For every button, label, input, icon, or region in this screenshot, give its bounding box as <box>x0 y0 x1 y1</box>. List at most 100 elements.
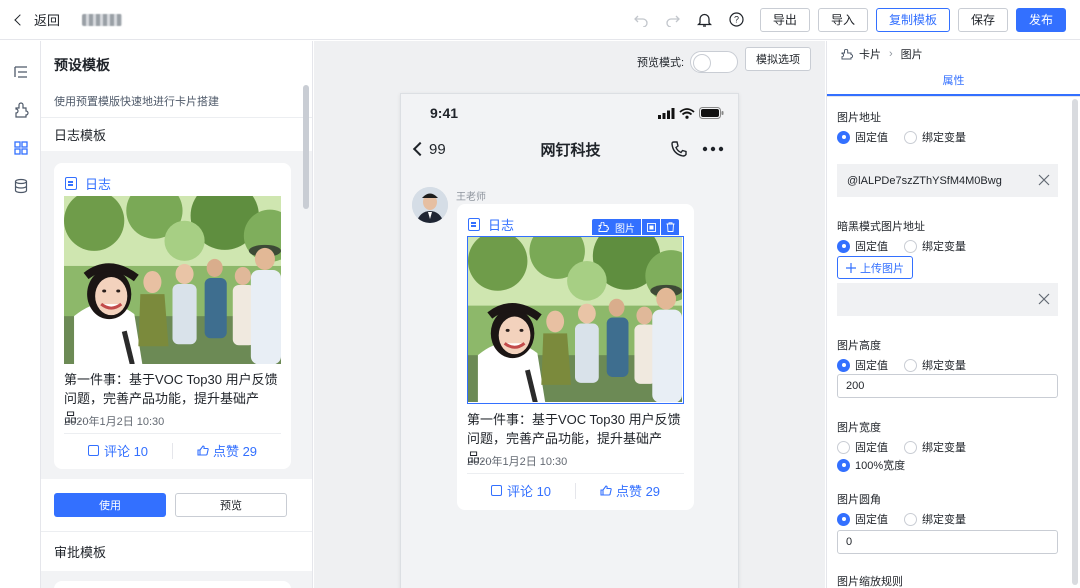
template-buttons-row: 使用 预览 <box>41 479 312 531</box>
delete-icon[interactable] <box>661 219 679 235</box>
radio-label: 固定值 <box>855 241 888 253</box>
log-template-card[interactable]: 日志 第一件事：基于VOC Top30 用户反馈问题，完善产品功能，提升基础产品… <box>54 163 291 469</box>
import-button[interactable]: 导入 <box>817 7 868 32</box>
section-log-title: 日志模板 <box>41 117 312 151</box>
save-button[interactable]: 保存 <box>957 7 1008 32</box>
edit-icon <box>490 485 502 496</box>
note-icon <box>468 218 480 231</box>
simulate-options-button[interactable]: 模拟选项 <box>745 47 811 71</box>
preview-mode-toggle[interactable] <box>690 51 739 73</box>
clear-icon[interactable] <box>1038 174 1050 186</box>
plus-icon <box>846 262 856 273</box>
image-height-input[interactable]: 200 <box>837 374 1058 398</box>
image-width-field: 图片宽度 固定值 绑定变量 100%宽度 <box>837 419 1058 473</box>
chat-back-button[interactable]: 99 <box>412 140 446 158</box>
image-url-fixed-radio[interactable]: 固定值 <box>837 129 888 145</box>
battery-icon <box>699 107 724 119</box>
image-radius-input[interactable]: 0 <box>837 530 1058 554</box>
more-icon[interactable] <box>702 146 724 152</box>
like-action[interactable]: 点赞 29 <box>173 441 281 460</box>
image-scale-label: 图片缩放规则 <box>837 576 903 588</box>
chat-log-card[interactable]: 日志 图片 第一件事：基于VOC Top30 用户反馈问题，完善产品功能，提升基… <box>457 204 694 510</box>
like-label: 点赞 29 <box>212 444 258 459</box>
chat-like-action[interactable]: 点赞 29 <box>576 481 684 500</box>
clear-icon[interactable] <box>1038 293 1050 305</box>
image-url-label: 图片地址 <box>837 112 881 124</box>
radius-fixed-radio[interactable]: 固定值 <box>837 511 888 527</box>
breadcrumb-image: 图片 <box>900 49 923 61</box>
upload-label: 上传图片 <box>860 262 904 275</box>
breadcrumb-card[interactable]: 卡片 <box>859 46 881 62</box>
log-photo <box>64 196 281 364</box>
publish-button[interactable]: 发布 <box>1015 7 1066 32</box>
chevron-left-icon <box>14 13 26 26</box>
upload-image-button[interactable]: 上传图片 <box>837 256 913 279</box>
preview-mode: 预览模式: <box>637 51 739 73</box>
height-fixed-radio[interactable]: 固定值 <box>837 357 888 373</box>
chat-comment-action[interactable]: 评论 10 <box>467 481 575 500</box>
phone-frame: 9:41 网钉科技 99 王老师 日志 图片 第一件事：基于VOC Top30 … <box>400 93 739 588</box>
thumb-up-icon <box>197 445 209 456</box>
properties-scrollbar[interactable] <box>1072 99 1078 585</box>
use-button[interactable]: 使用 <box>54 493 166 517</box>
approval-template-card[interactable] <box>54 581 291 588</box>
template-panel-header: 预设模板 使用预置模版快速地进行卡片搭建 <box>41 41 312 117</box>
database-icon[interactable] <box>0 167 41 205</box>
component-icon[interactable] <box>0 91 41 129</box>
radio-label: 绑定变量 <box>922 360 966 372</box>
dark-url-input[interactable] <box>837 283 1058 316</box>
note-icon <box>65 177 77 190</box>
undo-icon[interactable] <box>632 11 650 29</box>
svg-text:?: ? <box>734 15 739 25</box>
image-selection-badge[interactable]: 图片 <box>592 219 641 235</box>
image-url-bind-radio[interactable]: 绑定变量 <box>904 129 966 145</box>
height-bind-radio[interactable]: 绑定变量 <box>904 357 966 373</box>
back-count: 99 <box>429 140 446 158</box>
edit-icon <box>87 445 99 456</box>
image-height-label: 图片高度 <box>837 340 881 352</box>
radio-label: 100%宽度 <box>855 460 906 472</box>
radio-label: 绑定变量 <box>922 132 966 144</box>
radio-label: 绑定变量 <box>922 514 966 526</box>
chat-log-date: 2020年1月2日 10:30 <box>467 456 568 468</box>
export-button[interactable]: 导出 <box>759 7 810 32</box>
dark-url-fixed-radio[interactable]: 固定值 <box>837 238 888 254</box>
template-panel-subtitle: 使用预置模版快速地进行卡片搭建 <box>54 96 219 108</box>
dark-url-bind-radio[interactable]: 绑定变量 <box>904 238 966 254</box>
template-icon[interactable] <box>0 129 41 167</box>
bell-icon[interactable] <box>696 11 714 29</box>
radius-bind-radio[interactable]: 绑定变量 <box>904 511 966 527</box>
image-badge-label: 图片 <box>615 223 635 235</box>
comment-action[interactable]: 评论 10 <box>64 441 172 460</box>
chevron-left-icon <box>412 141 428 157</box>
redo-icon[interactable] <box>664 11 682 29</box>
width-fixed-radio[interactable]: 固定值 <box>837 439 888 455</box>
preview-area: 预览模式: 模拟选项 9:41 网钉科技 99 王老师 日志 图片 第一件事：基… <box>314 41 825 588</box>
dark-url-label: 暗黑模式图片地址 <box>837 221 925 233</box>
chat-log-tag-label: 日志 <box>488 218 515 233</box>
copy-icon[interactable] <box>642 219 660 235</box>
outline-icon[interactable] <box>0 53 41 91</box>
preview-mode-label: 预览模式: <box>637 57 685 69</box>
width-full-radio[interactable]: 100%宽度 <box>837 457 905 473</box>
chat-like-label: 点赞 29 <box>615 484 661 499</box>
image-url-input[interactable]: @lALPDe7szZThYSfM4M0Bwg <box>837 164 1058 197</box>
copy-template-button[interactable]: 复制模板 <box>875 7 950 32</box>
help-icon[interactable]: ? <box>728 11 746 29</box>
chat-comment-label: 评论 10 <box>506 484 552 499</box>
image-radius-value: 0 <box>846 536 853 548</box>
template-panel: 预设模板 使用预置模版快速地进行卡片搭建 日志模板 日志 第一件事：基于VOC … <box>41 41 313 588</box>
image-url-field: 图片地址 固定值 绑定变量 <box>837 109 1058 145</box>
preview-button[interactable]: 预览 <box>175 493 287 517</box>
tab-properties[interactable]: 属性 <box>827 67 1080 96</box>
log-tag: 日志 <box>65 174 111 193</box>
width-bind-radio[interactable]: 绑定变量 <box>904 439 966 455</box>
log-date: 2020年1月2日 10:30 <box>64 416 165 428</box>
dark-url-field: 暗黑模式图片地址 固定值 绑定变量 <box>837 218 1058 254</box>
chat-log-photo-selected[interactable] <box>467 236 684 404</box>
template-scrollbar[interactable] <box>303 85 309 209</box>
phone-call-icon[interactable] <box>670 140 688 158</box>
back-button[interactable]: 返回 <box>14 10 60 29</box>
breadcrumb-separator-icon: › <box>889 48 893 60</box>
image-width-label: 图片宽度 <box>837 422 881 434</box>
